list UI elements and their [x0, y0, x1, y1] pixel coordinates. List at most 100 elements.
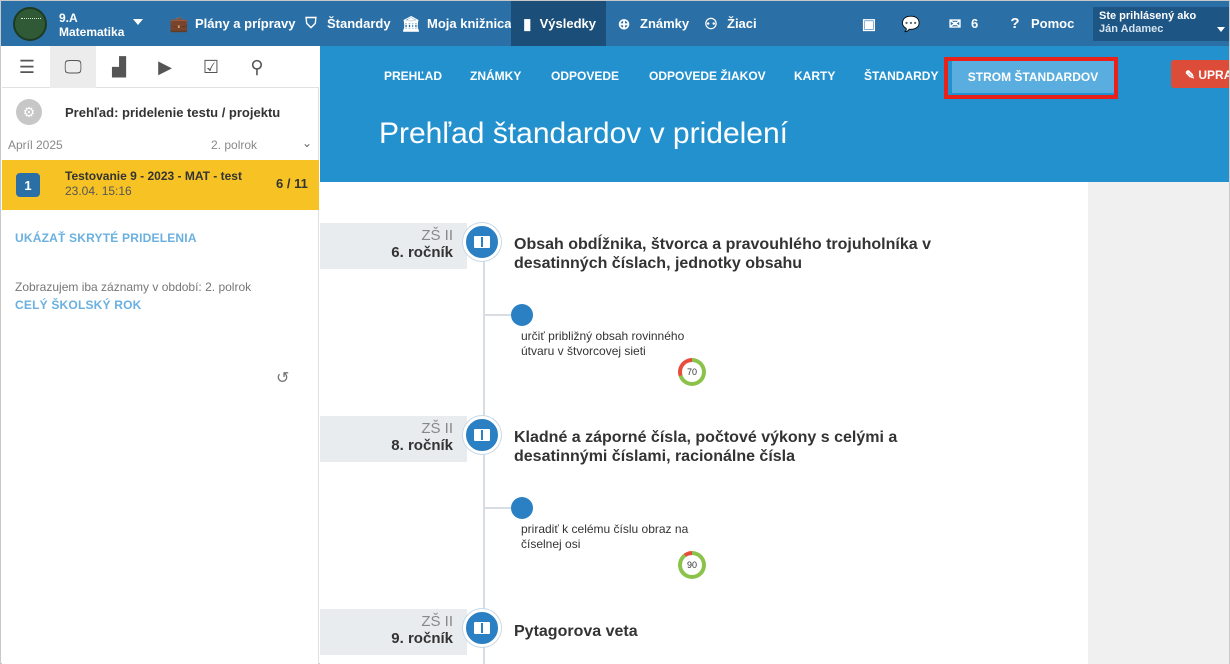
- nav-students-label: Žiaci: [727, 16, 757, 31]
- edit-button[interactable]: ✎ UPRAVIŤ: [1171, 60, 1229, 88]
- assignment-card[interactable]: 1 Testovanie 9 - 2023 - MAT - test 23.04…: [2, 160, 319, 210]
- score-ring: 90: [678, 551, 706, 579]
- nav-students[interactable]: ⚇ Žiaci: [701, 1, 757, 46]
- tab-standards[interactable]: ŠTANDARDY: [864, 69, 938, 85]
- page-title: Prehľad štandardov v pridelení: [379, 117, 788, 150]
- class-code: 9.A: [59, 11, 78, 25]
- tab-backpack-icon[interactable]: ▟: [96, 46, 142, 88]
- hamburger-menu-icon[interactable]: ☰: [4, 46, 50, 88]
- school-level: ZŠ II: [421, 613, 453, 630]
- grade-box: ZŠ II 8. ročník: [320, 416, 467, 462]
- standard-title[interactable]: Kladné a záporné čísla, počtové výkony s…: [514, 428, 954, 466]
- grade-year: 9. ročník: [391, 630, 453, 647]
- assignment-date: 23.04. 15:16: [65, 184, 132, 198]
- shield-icon: ⛉: [305, 15, 317, 32]
- pencil-icon: ✎: [1185, 68, 1199, 82]
- sub-standard-text: určiť približný obsah rovinného útvaru v…: [521, 329, 685, 358]
- nav-standards[interactable]: ⛉ Štandardy: [301, 1, 391, 46]
- book-icon[interactable]: [463, 609, 501, 647]
- whole-year-link[interactable]: CELÝ ŠKOLSKÝ ROK: [15, 298, 142, 312]
- class-selector[interactable]: 9.A Matematika: [59, 11, 124, 39]
- nav-standards-label: Štandardy: [327, 16, 391, 31]
- sub-standard-dot[interactable]: [511, 304, 533, 326]
- book-icon[interactable]: [463, 223, 501, 261]
- tab-assignments-icon[interactable]: 🖵: [50, 46, 96, 88]
- history-icon[interactable]: ↺: [276, 368, 294, 387]
- nav-results-label: Výsledky: [539, 16, 596, 31]
- school-level: ZŠ II: [421, 420, 453, 437]
- tab-presentation-icon[interactable]: ▶: [142, 46, 188, 88]
- sub-standard-dot[interactable]: [511, 497, 533, 519]
- standard-title[interactable]: Pytagorova veta: [514, 622, 954, 641]
- tab-cards[interactable]: KARTY: [794, 69, 835, 85]
- grade-box: ZŠ II 6. ročník: [320, 223, 467, 269]
- show-hidden-link[interactable]: UKÁZAŤ SKRYTÉ PRIDELENIA: [15, 231, 197, 245]
- login-label: Ste prihlásený ako: [1099, 10, 1197, 22]
- nav-plans-label: Plány a prípravy: [195, 16, 296, 31]
- grade-year: 8. ročník: [391, 437, 453, 454]
- nav-library-label: Moja knižnica: [427, 16, 512, 31]
- user-name: Ján Adamec: [1099, 23, 1164, 35]
- chevron-down-icon[interactable]: [133, 19, 143, 25]
- gear-icon[interactable]: ⚙: [16, 99, 42, 125]
- tab-overview[interactable]: PREHĽAD: [384, 69, 442, 85]
- sidebar: ☰ 🖵 ▟ ▶ ☑ ⚲ ⚙ Prehľad: pridelenie testu …: [2, 46, 319, 664]
- help-label: Pomoc: [1031, 16, 1075, 31]
- assignment-name: Testovanie 9 - 2023 - MAT - test: [65, 169, 242, 183]
- sidebar-tabs: ☰ 🖵 ▟ ▶ ☑ ⚲: [2, 46, 319, 88]
- score-value: 90: [682, 555, 702, 575]
- school-level: ZŠ II: [421, 227, 453, 244]
- edit-label: UPRAVIŤ: [1198, 68, 1229, 82]
- chevron-down-icon[interactable]: ⌄: [302, 136, 312, 150]
- mail-icon: ✉: [948, 15, 962, 33]
- nav-grades-label: Známky: [640, 16, 690, 31]
- help-icon: ?: [1010, 15, 1020, 32]
- standard-title[interactable]: Obsah obdĺžnika, štvorca a pravouhlého t…: [514, 235, 954, 273]
- period-selector[interactable]: Apríl 2025 2. polrok ⌄: [8, 136, 316, 156]
- grades-icon: ⊕: [617, 15, 631, 33]
- tab-grades[interactable]: ZNÁMKY: [470, 69, 521, 85]
- assignment-score: 6 / 11: [276, 176, 308, 191]
- assignment-title: Prehľad: pridelenie testu / projektu: [65, 105, 281, 120]
- students-icon: ⚇: [704, 15, 718, 33]
- tab-student-answers[interactable]: ODPOVEDE ŽIAKOV: [649, 69, 766, 85]
- assignment-number-badge: 1: [16, 173, 40, 197]
- mail-count: 6: [971, 16, 979, 31]
- book-icon[interactable]: [463, 416, 501, 454]
- tree-branch: [485, 507, 511, 509]
- period-semester: 2. polrok: [211, 138, 258, 152]
- chat-icon: 💬: [901, 15, 921, 33]
- bar-chart-icon: ▮: [523, 15, 532, 33]
- library-icon: 🏛: [401, 15, 421, 33]
- tab-answers[interactable]: ODPOVEDE: [551, 69, 619, 85]
- nav-plans[interactable]: 💼 Plány a prípravy: [169, 1, 296, 46]
- grade-box: ZŠ II 9. ročník: [320, 609, 467, 655]
- sub-standard-text: priradiť k celému číslu obraz na číselne…: [521, 522, 689, 551]
- class-subject: Matematika: [59, 25, 125, 39]
- user-menu[interactable]: Ste prihlásený ako Ján Adamec: [1093, 7, 1229, 41]
- briefcase-icon: 💼: [169, 15, 189, 33]
- tab-lessons-icon[interactable]: ⚲: [234, 46, 280, 88]
- grade-year: 6. ročník: [391, 244, 453, 261]
- help-button[interactable]: ? Pomoc: [1005, 1, 1074, 46]
- score-ring: 70: [678, 358, 706, 386]
- nav-grades[interactable]: ⊕ Známky: [614, 1, 689, 46]
- assignment-header: ⚙ Prehľad: pridelenie testu / projektu: [2, 89, 319, 137]
- filter-info-text: Zobrazujem iba záznamy v období: 2. polr…: [15, 280, 252, 294]
- tree-branch: [485, 314, 511, 316]
- nav-results[interactable]: ▮ Výsledky: [511, 1, 606, 46]
- class-avatar[interactable]: [13, 7, 47, 41]
- tab-tests-icon[interactable]: ☑: [188, 46, 234, 88]
- score-value: 70: [682, 362, 702, 382]
- right-gutter: [1088, 182, 1229, 664]
- period-month: Apríl 2025: [8, 138, 63, 152]
- highlight-frame: [944, 57, 1118, 99]
- nav-library[interactable]: 🏛 Moja knižnica: [401, 1, 512, 46]
- mail-button[interactable]: ✉ 6: [945, 1, 979, 46]
- timeline-line: [483, 251, 485, 664]
- chat-button[interactable]: 💬: [901, 1, 927, 46]
- chevron-down-icon: [1217, 27, 1225, 32]
- cast-button[interactable]: ▣: [859, 1, 885, 46]
- cast-icon: ▣: [861, 15, 877, 33]
- top-navbar: 9.A Matematika 💼 Plány a prípravy ⛉ Štan…: [1, 1, 1229, 46]
